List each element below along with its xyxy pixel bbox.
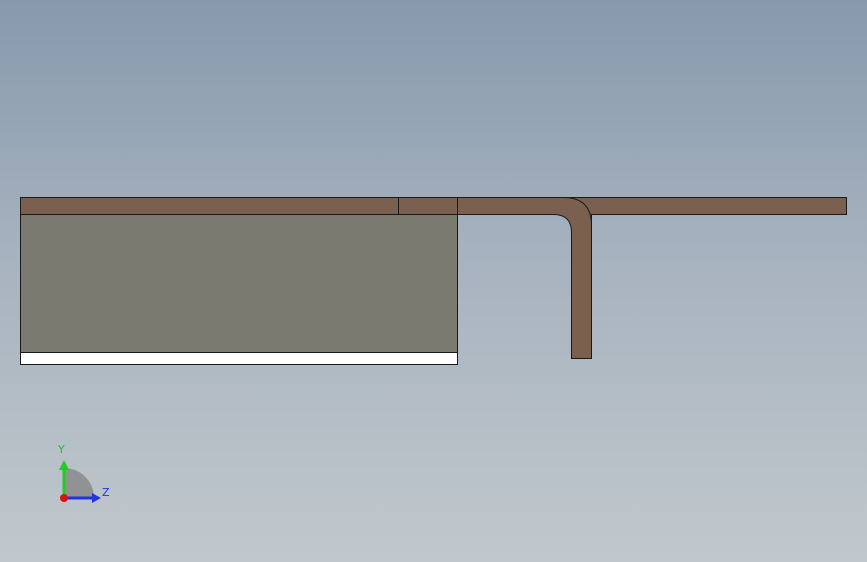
triad-arc [64,468,94,498]
z-axis-label: Z [102,486,110,499]
top-plate-left[interactable] [20,197,399,215]
model-view[interactable] [0,0,867,562]
y-axis-arrowhead [59,460,69,470]
block-base-strip[interactable] [20,352,458,365]
top-plate-middle[interactable] [398,197,458,215]
z-axis-arrowhead [92,493,101,503]
bent-sheet[interactable] [457,197,847,359]
graphics-viewport[interactable]: Y Z [0,0,867,562]
triad-origin [60,494,68,502]
axis-triad: Y Z [44,440,124,512]
triad-graphic [59,460,101,503]
y-axis-label: Y [58,443,65,456]
block-body[interactable] [20,214,458,353]
